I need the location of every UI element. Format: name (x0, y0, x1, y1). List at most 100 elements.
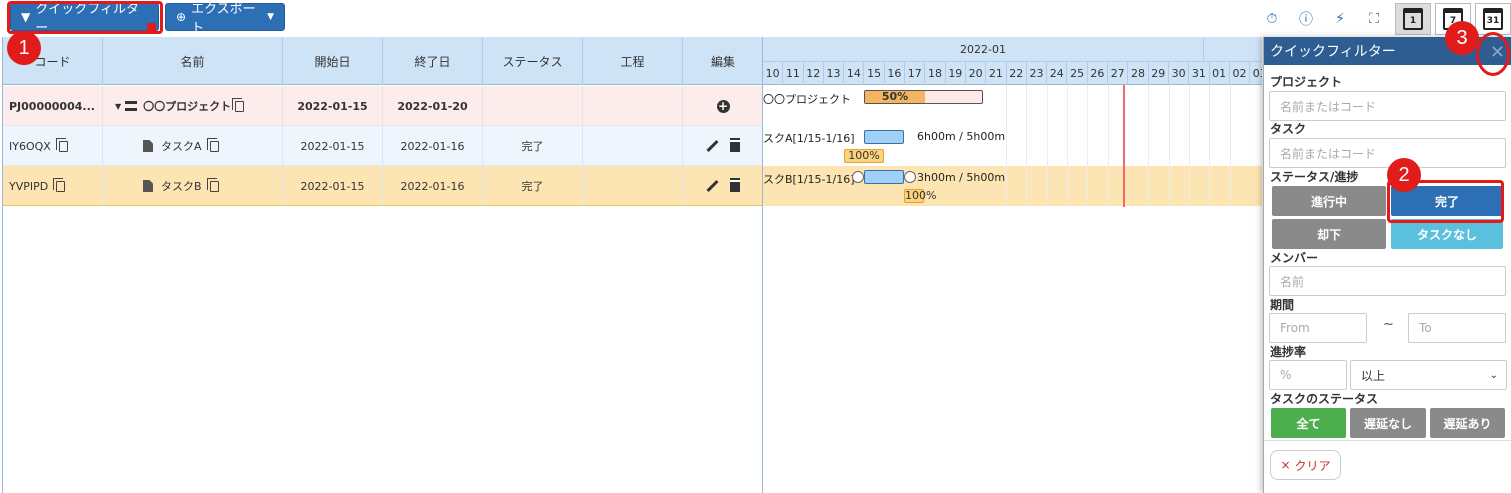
taskB-bar[interactable] (864, 170, 904, 184)
caret-down-icon[interactable]: ▼ (115, 102, 121, 111)
copy-icon[interactable] (53, 177, 66, 192)
task-status-all-button[interactable]: 全て (1271, 408, 1346, 438)
copy-icon[interactable] (206, 137, 219, 152)
row-name-cell: タスクB (103, 166, 283, 206)
panel-divider (1264, 440, 1511, 441)
document-icon (143, 180, 153, 192)
callout-marker (147, 23, 156, 32)
gantt-project-label: 〇〇プロジェクト (763, 93, 851, 106)
task-input[interactable]: 名前またはコード (1269, 138, 1506, 168)
gantt-day: 19 (946, 62, 966, 85)
edit-icon[interactable] (706, 180, 718, 192)
status-no-task-button[interactable]: タスクなし (1391, 219, 1503, 249)
callout-1: 1 (7, 31, 41, 65)
row-name-cell: ▼ 〇〇プロジェクト (103, 86, 283, 126)
gantt-grid-line (1189, 85, 1190, 205)
edit-icon[interactable] (706, 140, 718, 152)
project-input[interactable]: 名前またはコード (1269, 91, 1506, 121)
gantt-grid-line (1169, 85, 1170, 205)
gantt-day: 14 (844, 62, 865, 85)
add-task-icon[interactable]: + (716, 99, 730, 113)
info-icon[interactable]: ⓘ (1289, 4, 1323, 34)
today-marker (1123, 85, 1125, 207)
gantt-days: 10 11 12 13 14 15 16 17 18 19 20 21 22 2… (763, 62, 1262, 85)
column-end[interactable]: 終了日 (383, 37, 483, 85)
table-row[interactable]: IY6OQX タスクA 2022-01-15 2022-01-16 完了 (3, 126, 763, 166)
gantt-day: 24 (1047, 62, 1068, 85)
row-code: YVPIPD (9, 179, 49, 193)
export-button[interactable]: ⊕ エクスポート ▼ (165, 2, 285, 36)
period-label: 期間 (1270, 298, 1295, 312)
row-status: 完了 (483, 166, 583, 206)
gantt-day: 30 (1169, 62, 1190, 85)
row-end: 2022-01-20 (383, 86, 483, 126)
copy-icon[interactable] (55, 137, 68, 152)
column-status[interactable]: ステータス (483, 37, 583, 85)
table-row-selected[interactable]: YVPIPD タスクB 2022-01-15 2022-01-16 完了 (3, 166, 763, 206)
status-in-progress-button[interactable]: 進行中 (1272, 186, 1386, 216)
row-actions (683, 180, 763, 192)
row-end: 2022-01-16 (383, 166, 483, 206)
column-start[interactable]: 開始日 (283, 37, 383, 85)
row-process (583, 86, 683, 126)
month-view-button[interactable]: 31 (1475, 3, 1511, 35)
taskB-end-handle[interactable] (904, 171, 916, 183)
gantt-day: 15 (864, 62, 885, 85)
project-label: プロジェクト (1270, 75, 1343, 89)
day-view-button[interactable]: 1 (1395, 3, 1431, 35)
member-input[interactable]: 名前 (1269, 266, 1506, 296)
bolt-icon[interactable]: ⚡ (1323, 4, 1357, 34)
download-circle-icon: ⊕ (176, 10, 187, 24)
task-label: タスク (1270, 122, 1307, 136)
gantt-day: 02 (1230, 62, 1251, 85)
gantt-taskA-label: スクA[1/15-1/16] (763, 132, 855, 145)
project-bar[interactable]: 50% (864, 90, 983, 104)
gantt-day: 18 (925, 62, 946, 85)
table-row-project[interactable]: PJ00000004... ▼ 〇〇プロジェクト 2022-01-15 2022… (3, 86, 763, 126)
gantt-day: 29 (1149, 62, 1169, 85)
row-code: IY6OQX (9, 139, 51, 153)
period-to-input[interactable]: To (1408, 313, 1506, 343)
column-name[interactable]: 名前 (103, 37, 283, 85)
task-grid: コード 名前 開始日 終了日 ステータス 工程 編集 PJ00000004...… (2, 37, 763, 493)
task-status-no-delay-button[interactable]: 遅延なし (1350, 408, 1426, 438)
progress-compare-select[interactable]: 以上 ⌄ (1350, 360, 1507, 390)
gantt-day: 21 (986, 62, 1007, 85)
period-from-input[interactable]: From (1269, 313, 1367, 343)
delete-icon[interactable] (730, 180, 740, 192)
gantt-day: 22 (1007, 62, 1027, 85)
delete-icon[interactable] (730, 140, 740, 152)
column-process[interactable]: 工程 (583, 37, 683, 85)
panel-title: クイックフィルター (1270, 44, 1396, 60)
gantt-next-month (1203, 37, 1262, 62)
member-label: メンバー (1270, 251, 1319, 265)
callout-2: 2 (1387, 158, 1421, 192)
gantt-grid-line (1006, 85, 1007, 205)
row-start: 2022-01-15 (283, 166, 383, 206)
row-status: 完了 (483, 126, 583, 166)
task-status-label: タスクのステータス (1270, 392, 1379, 406)
taskA-bar[interactable] (864, 130, 904, 144)
copy-icon[interactable] (232, 97, 245, 112)
gantt-grid-line (1209, 85, 1210, 205)
taskB-start-handle[interactable] (852, 171, 864, 183)
stopwatch-icon[interactable]: ⏱ (1255, 4, 1289, 34)
progress-percent-input[interactable]: % (1269, 360, 1347, 390)
status-rejected-button[interactable]: 却下 (1272, 219, 1386, 249)
gantt-grid-line (1230, 85, 1231, 205)
row-name-cell: タスクA (103, 126, 283, 166)
gantt-grid-line (1108, 85, 1109, 205)
gantt-day: 03 (1250, 62, 1262, 85)
copy-icon[interactable] (206, 177, 219, 192)
project-icon (125, 101, 138, 111)
row-process (583, 126, 683, 166)
x-icon: × (1280, 458, 1291, 472)
clear-button[interactable]: × クリア (1270, 450, 1341, 480)
gantt-day: 26 (1088, 62, 1109, 85)
row-edit-cell: + (683, 86, 763, 126)
row-edit-cell (683, 126, 763, 166)
quick-filter-panel: クイックフィルター ✕ プロジェクト 名前またはコード タスク 名前またはコード… (1263, 37, 1511, 493)
fullscreen-icon[interactable]: ⛶ (1357, 4, 1391, 34)
task-status-delayed-button[interactable]: 遅延あり (1430, 408, 1505, 438)
gantt-day: 13 (824, 62, 845, 85)
